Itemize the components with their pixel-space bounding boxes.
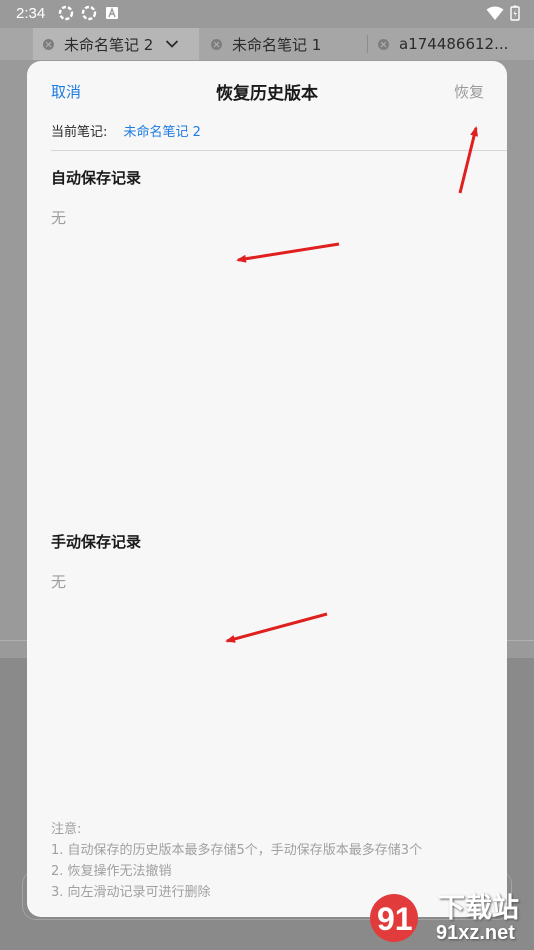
manual-save-empty: 无 <box>51 573 67 591</box>
auto-save-empty: 无 <box>51 209 67 227</box>
watermark-domain: 91xz.net <box>436 922 515 944</box>
wifi-icon <box>486 6 504 20</box>
app-notification-icon <box>58 5 74 21</box>
current-note-name: 未命名笔记 2 <box>123 125 201 140</box>
watermark-logo-text: 91 <box>377 901 413 937</box>
battery-icon <box>510 5 520 21</box>
tab-close-icon[interactable] <box>378 38 389 50</box>
watermark: 91 下载站 91xz.net <box>362 884 534 950</box>
restore-history-dialog: 恢复历史版本 取消 恢复 当前笔记: 未命名笔记 2 自动保存记录 无 手动保存… <box>27 61 507 917</box>
tab-note-2[interactable]: 未命名笔记 2 <box>33 28 199 60</box>
notes-line: 1. 自动保存的历史版本最多存储5个，手动保存版本最多存储3个 <box>51 843 423 858</box>
keyboard-notification-icon <box>106 7 118 19</box>
tab-note-1[interactable]: 未命名笔记 1 <box>201 28 366 60</box>
auto-save-title: 自动保存记录 <box>51 169 142 187</box>
notes-heading: 注意: <box>51 822 82 837</box>
cancel-button[interactable]: 取消 <box>51 81 81 102</box>
dialog-title: 恢复历史版本 <box>216 84 318 104</box>
current-note-label: 当前笔记: <box>51 125 108 140</box>
tab-label: a174486612... <box>399 35 509 53</box>
tab-strip: 未命名笔记 2 未命名笔记 1 a174486612... <box>0 28 534 60</box>
app-notification-icon-2 <box>81 5 97 21</box>
manual-save-title: 手动保存记录 <box>51 533 142 551</box>
current-note-row: 当前笔记: 未命名笔记 2 <box>51 121 201 140</box>
header-divider <box>51 150 507 151</box>
tab-close-icon[interactable] <box>211 38 222 50</box>
tab-close-icon[interactable] <box>43 38 54 50</box>
status-time: 2:34 <box>16 5 46 22</box>
tab-label: 未命名笔记 2 <box>64 35 154 54</box>
restore-button[interactable]: 恢复 <box>454 81 484 102</box>
tab-label: 未命名笔记 1 <box>232 35 322 54</box>
status-bar: 2:34 <box>0 0 534 28</box>
notes-line: 2. 恢复操作无法撤销 <box>51 864 172 879</box>
watermark-brand: 下载站 <box>438 893 519 924</box>
chevron-down-icon[interactable] <box>165 39 179 49</box>
tab-note-a174[interactable]: a174486612... <box>368 28 534 60</box>
